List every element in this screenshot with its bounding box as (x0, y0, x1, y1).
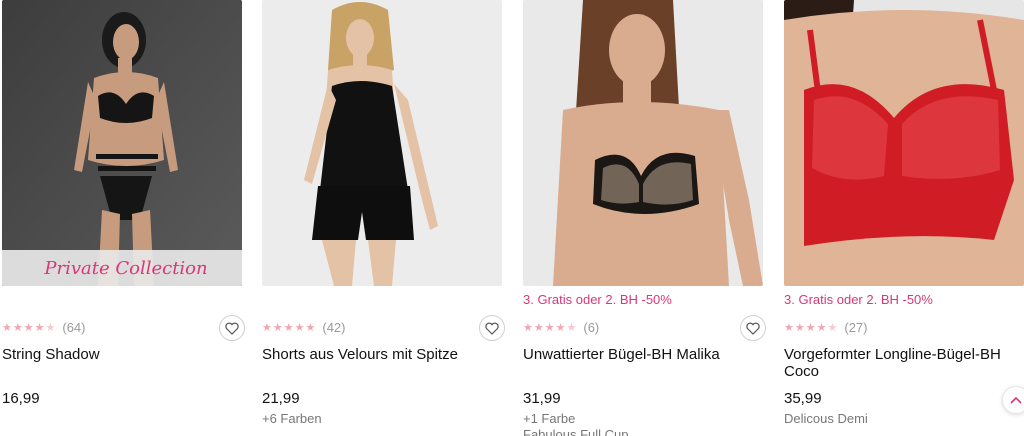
chevron-up-icon (1010, 396, 1022, 404)
product-card[interactable]: ★ ★ ★ ★ ★ (42) Shorts aus Velours mit Spitze… (262, 0, 505, 436)
product-price: 31,99 (523, 390, 561, 407)
product-price: 16,99 (2, 390, 40, 407)
heart-icon (225, 322, 239, 335)
product-card[interactable]: 3. Gratis oder 2. BH -50% ★ ★ ★ ★ ★ (27) Vor… (784, 0, 1024, 436)
product-card[interactable]: 3. Gratis oder 2. BH -50% ★ ★ ★ ★ ★ (6) Unwa… (523, 0, 766, 436)
product-price: 35,99 (784, 390, 822, 407)
product-image[interactable] (523, 0, 763, 286)
product-line: Delicous Demi (784, 411, 868, 426)
product-rating[interactable]: ★ ★ ★ ★ ★ (27) (784, 320, 868, 335)
private-collection-label: Private Collection (43, 258, 207, 279)
color-count[interactable]: +6 Farben (262, 411, 322, 426)
product-name[interactable]: Vorgeformter Longline-Bügel-BH Coco (784, 346, 1024, 380)
heart-icon (485, 322, 499, 335)
wishlist-button[interactable] (740, 315, 766, 341)
product-line: Fabulous Full Cup (523, 427, 629, 436)
star-rating-icon: ★ ★ ★ ★ ★ (523, 321, 577, 334)
rating-count: (64) (62, 320, 86, 335)
promo-label: 3. Gratis oder 2. BH -50% (784, 292, 933, 307)
star-rating-icon: ★ ★ ★ ★ ★ (2, 321, 56, 334)
star-rating-icon: ★ ★ ★ ★ ★ (262, 321, 316, 334)
star-rating-icon: ★ ★ ★ ★ ★ (784, 321, 838, 334)
product-rating[interactable]: ★ ★ ★ ★ ★ (64) (2, 320, 86, 335)
product-grid: Private Collection ★ ★ ★ ★ ★ (64) String Sha… (0, 0, 1024, 436)
color-count[interactable]: +1 Farbe (523, 411, 575, 426)
product-image[interactable] (784, 0, 1024, 286)
scroll-to-top-button[interactable] (1002, 386, 1024, 414)
product-card[interactable]: Private Collection ★ ★ ★ ★ ★ (64) String Sha… (2, 0, 245, 436)
product-name[interactable]: String Shadow (2, 346, 242, 363)
wishlist-button[interactable] (219, 315, 245, 341)
product-image[interactable] (262, 0, 502, 286)
promo-label: 3. Gratis oder 2. BH -50% (523, 292, 672, 307)
heart-icon (746, 322, 760, 335)
rating-count: (42) (322, 320, 346, 335)
product-rating[interactable]: ★ ★ ★ ★ ★ (42) (262, 320, 346, 335)
product-name[interactable]: Shorts aus Velours mit Spitze (262, 346, 502, 363)
product-rating[interactable]: ★ ★ ★ ★ ★ (6) (523, 320, 599, 335)
wishlist-button[interactable] (479, 315, 505, 341)
product-image[interactable]: Private Collection (2, 0, 242, 286)
product-name[interactable]: Unwattierter Bügel-BH Malika (523, 346, 763, 363)
product-price: 21,99 (262, 390, 300, 407)
rating-count: (27) (844, 320, 868, 335)
rating-count: (6) (583, 320, 600, 335)
